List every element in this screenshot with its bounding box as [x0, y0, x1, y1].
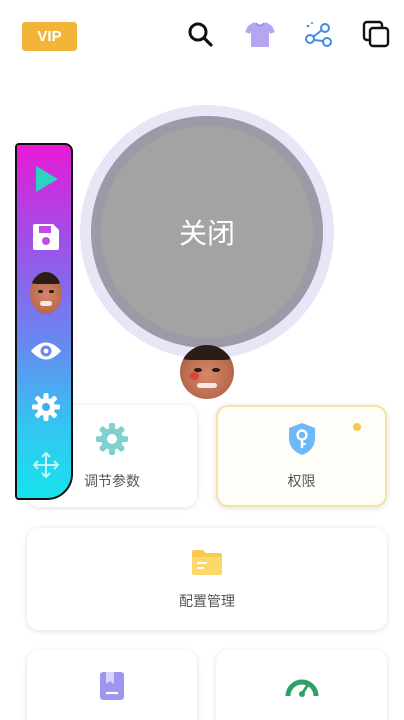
bookmark-icon: [97, 670, 127, 706]
folder-icon: [190, 547, 224, 581]
adjust-params-label: 调节参数: [84, 474, 140, 490]
gear-icon: [94, 421, 130, 461]
toolbar-avatar[interactable]: [17, 272, 75, 314]
shirt-icon[interactable]: [244, 18, 276, 50]
move-icon[interactable]: [17, 445, 75, 485]
config-management-label: 配置管理: [179, 594, 235, 610]
floating-toolbar[interactable]: [15, 143, 73, 500]
eye-icon[interactable]: [17, 331, 75, 371]
permissions-label: 权限: [287, 474, 316, 490]
play-icon[interactable]: [17, 159, 75, 199]
search-icon[interactable]: [184, 18, 216, 50]
speedometer-icon: [284, 670, 320, 704]
config-management-card[interactable]: 配置管理: [27, 528, 387, 630]
save-icon[interactable]: [17, 217, 75, 257]
speedometer-card[interactable]: [216, 650, 387, 720]
bookmark-card[interactable]: [27, 650, 197, 720]
window-icon[interactable]: [360, 18, 392, 50]
power-toggle-button[interactable]: 关闭: [101, 126, 313, 338]
power-ring: 关闭: [80, 105, 334, 359]
user-avatar[interactable]: [180, 345, 234, 399]
gear-icon[interactable]: [17, 387, 75, 427]
shield-key-icon: [286, 421, 318, 461]
vip-badge[interactable]: VIP: [22, 22, 77, 51]
notification-dot: [353, 423, 361, 431]
power-ring-inner: 关闭: [91, 116, 323, 348]
permissions-card[interactable]: 权限: [216, 405, 387, 507]
share-icon[interactable]: [302, 18, 334, 50]
